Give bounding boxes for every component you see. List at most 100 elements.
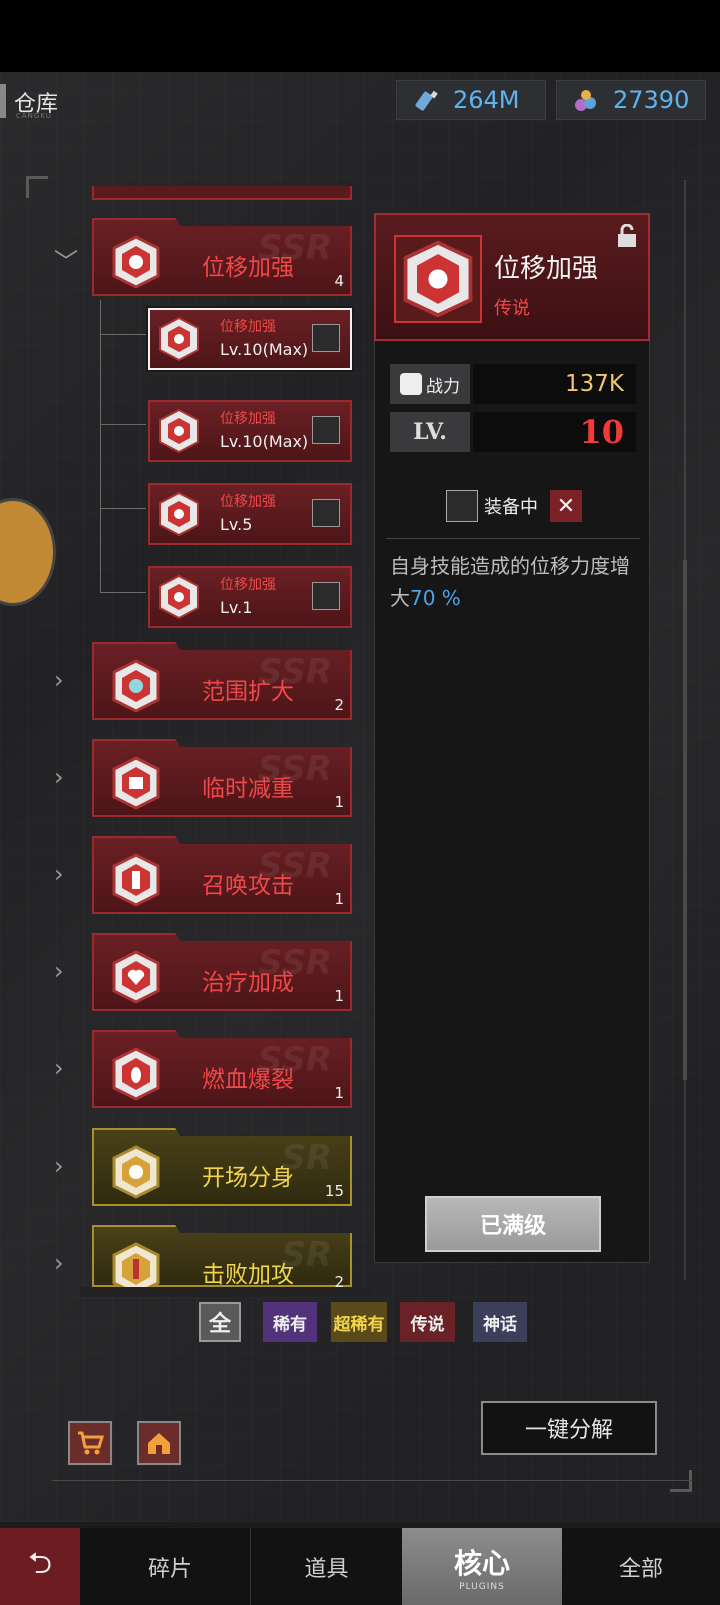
dash-emblem-icon bbox=[159, 408, 199, 454]
plugin-item-2[interactable]: 位移加强 Lv.10(Max) bbox=[148, 400, 352, 462]
dash-emblem-icon bbox=[112, 235, 160, 289]
filter-legend[interactable]: 传说 bbox=[400, 1302, 455, 1342]
plugin-group-count: 1 bbox=[334, 793, 344, 811]
plugin-group-count: 1 bbox=[334, 890, 344, 908]
tree-line bbox=[100, 334, 146, 335]
equipped-character-avatar bbox=[312, 416, 340, 444]
shop-button[interactable] bbox=[68, 1421, 112, 1465]
power-value-box: 137K bbox=[473, 364, 636, 404]
plugin-group-8[interactable]: SR 击败加攻 2 bbox=[92, 1225, 352, 1287]
tab-fragments[interactable]: 碎片 bbox=[90, 1528, 250, 1605]
plugin-group-name: 治疗加成 bbox=[202, 970, 294, 996]
filter-super-rare[interactable]: 超稀有 bbox=[331, 1302, 387, 1342]
tab-items[interactable]: 道具 bbox=[250, 1528, 402, 1605]
description-value: 70 % bbox=[410, 586, 461, 610]
cart-icon bbox=[78, 1431, 104, 1455]
dash-emblem-icon bbox=[159, 574, 199, 620]
corner-bracket bbox=[670, 1470, 692, 1492]
plugin-item-name: 位移加强 bbox=[220, 319, 276, 335]
tree-line bbox=[100, 508, 146, 509]
equip-status-text: 装备中 bbox=[484, 497, 538, 518]
tab-all[interactable]: 全部 bbox=[562, 1528, 720, 1605]
plugin-group-count: 15 bbox=[324, 1182, 344, 1200]
plugin-item-level: Lv.1 bbox=[220, 598, 253, 617]
detail-plugin-name: 位移加强 bbox=[494, 254, 599, 284]
power-value: 137K bbox=[565, 371, 624, 397]
plugin-item-4[interactable]: 位移加强 Lv.1 bbox=[148, 566, 352, 628]
plugin-item-name: 位移加强 bbox=[220, 494, 276, 510]
plugin-group-count: 2 bbox=[334, 696, 344, 714]
chevron-right-icon[interactable]: › bbox=[54, 763, 64, 791]
tree-line bbox=[100, 300, 101, 592]
tab-core-label: 核心 bbox=[453, 1546, 510, 1580]
level-value: 10 bbox=[579, 413, 624, 451]
chevron-right-icon[interactable]: › bbox=[54, 1054, 64, 1082]
currency-gem[interactable]: 27390 bbox=[556, 80, 706, 120]
status-bar bbox=[0, 0, 720, 72]
currency-gem-value: 27390 bbox=[613, 86, 690, 114]
plugin-item-level: Lv.10(Max) bbox=[220, 340, 309, 359]
dash-emblem-icon bbox=[159, 491, 199, 537]
plugin-description: 自身技能造成的位移力度增大70 % bbox=[390, 550, 638, 614]
tab-core[interactable]: 核心 PLUGINS bbox=[402, 1528, 562, 1605]
level-value-box: 10 bbox=[473, 412, 636, 452]
chevron-right-icon[interactable]: › bbox=[54, 957, 64, 985]
chevron-right-icon[interactable]: › bbox=[54, 860, 64, 888]
decompose-all-button[interactable]: 一键分解 bbox=[481, 1401, 657, 1455]
plugin-group-1[interactable]: SSR 位移加强 4 bbox=[92, 218, 352, 296]
plugin-group-count: 1 bbox=[334, 987, 344, 1005]
filter-myth[interactable]: 神话 bbox=[473, 1302, 527, 1342]
divider bbox=[52, 1480, 692, 1481]
level-label-box: LV. bbox=[390, 412, 470, 452]
unlock-icon[interactable] bbox=[616, 224, 638, 248]
chevron-down-icon[interactable]: ﹀ bbox=[54, 242, 78, 277]
plugin-group-2[interactable]: SSR 范围扩大 2 bbox=[92, 642, 352, 720]
plugin-group-4[interactable]: SSR 召唤攻击 1 bbox=[92, 836, 352, 914]
plugin-item-name: 位移加强 bbox=[220, 411, 276, 427]
dash-emblem-icon bbox=[394, 235, 482, 323]
plugin-item-3[interactable]: 位移加强 Lv.5 bbox=[148, 483, 352, 545]
plugin-item-level: Lv.10(Max) bbox=[220, 432, 309, 451]
plugin-group-name: 击败加攻 bbox=[202, 1262, 294, 1288]
power-row: 战力 137K bbox=[390, 364, 636, 404]
weight-emblem-icon bbox=[112, 756, 160, 810]
equipped-character-avatar bbox=[312, 324, 340, 352]
plugin-item-1[interactable]: 位移加强 Lv.10(Max) bbox=[148, 308, 352, 370]
max-level-button[interactable]: 已满级 bbox=[425, 1196, 601, 1252]
plugin-group-7[interactable]: SR 开场分身 15 bbox=[92, 1128, 352, 1206]
chevron-right-icon[interactable]: › bbox=[54, 1249, 64, 1277]
back-button[interactable]: ⮌ bbox=[0, 1528, 80, 1605]
area-emblem-icon bbox=[112, 659, 160, 713]
plugin-item-level: Lv.5 bbox=[220, 515, 253, 534]
equip-status: 装备中 ✕ bbox=[446, 488, 582, 524]
bottle-icon bbox=[415, 90, 438, 111]
page-subtitle: CANGKU bbox=[16, 112, 52, 120]
plugin-group-name: 召唤攻击 bbox=[202, 873, 294, 899]
currency-gold-value: 264M bbox=[453, 86, 520, 114]
plugin-group-count: 4 bbox=[334, 272, 344, 290]
home-button[interactable] bbox=[137, 1421, 181, 1465]
filter-rare[interactable]: 稀有 bbox=[263, 1302, 317, 1342]
plugin-item-name: 位移加强 bbox=[220, 577, 276, 593]
plugin-group-5[interactable]: SSR 治疗加成 1 bbox=[92, 933, 352, 1011]
plugin-group-6[interactable]: SSR 燃血爆裂 1 bbox=[92, 1030, 352, 1108]
filter-all[interactable]: 全 bbox=[199, 1302, 241, 1342]
equipped-character-avatar bbox=[312, 499, 340, 527]
corner-bracket bbox=[26, 176, 48, 198]
scrollbar-thumb[interactable] bbox=[683, 560, 687, 1080]
tree-line bbox=[100, 592, 146, 593]
plugin-group-3[interactable]: SSR 临时减重 1 bbox=[92, 739, 352, 817]
equipped-character-avatar bbox=[446, 490, 478, 522]
plugin-group-name: 燃血爆裂 bbox=[202, 1067, 294, 1093]
chevron-right-icon[interactable]: › bbox=[54, 1152, 64, 1180]
fist-icon bbox=[400, 373, 422, 395]
plugin-group-name: 临时减重 bbox=[202, 776, 294, 802]
summon-emblem-icon bbox=[112, 853, 160, 907]
currency-gold[interactable]: 264M bbox=[396, 80, 546, 120]
heal-emblem-icon bbox=[112, 950, 160, 1004]
plugin-group-name: 范围扩大 bbox=[202, 679, 294, 705]
power-label: 战力 bbox=[390, 364, 470, 404]
unequip-button[interactable]: ✕ bbox=[550, 490, 582, 522]
chevron-right-icon[interactable]: › bbox=[54, 666, 64, 694]
power-label-text: 战力 bbox=[426, 376, 460, 397]
